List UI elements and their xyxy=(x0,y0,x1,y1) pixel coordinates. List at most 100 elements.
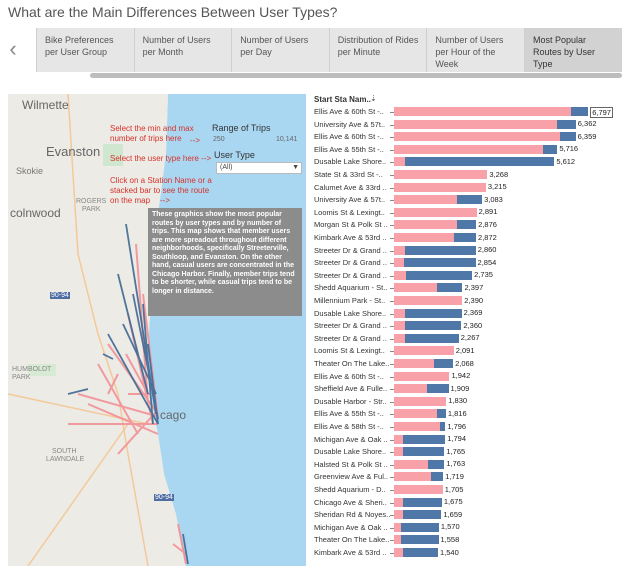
station-label[interactable]: Streeter Dr & Grand .. xyxy=(314,334,390,344)
bar-casual[interactable] xyxy=(394,107,572,116)
station-label[interactable]: Ellis Ave & 55th St -.. xyxy=(314,409,390,419)
column-header[interactable]: Start Sta Nam.. xyxy=(314,95,371,104)
bar-casual[interactable] xyxy=(394,144,543,154)
tab-users-per-day[interactable]: Number of Users per Day xyxy=(231,28,329,72)
station-label[interactable]: Streeter Dr & Grand .. xyxy=(314,246,390,256)
station-label[interactable]: Michigan Ave & Oak .. xyxy=(314,523,390,533)
bar-casual[interactable] xyxy=(394,409,437,419)
station-label[interactable]: Shedd Aquarium - D.. xyxy=(314,485,390,495)
bar-casual[interactable] xyxy=(394,422,440,431)
bar-casual[interactable] xyxy=(394,510,403,520)
bar-member[interactable] xyxy=(402,434,446,444)
bar-casual[interactable] xyxy=(394,119,557,129)
bar-member[interactable] xyxy=(454,233,477,242)
station-label[interactable]: Greenview Ave & Ful.. xyxy=(314,472,390,482)
bar-casual[interactable] xyxy=(394,485,443,494)
bar-casual[interactable] xyxy=(394,396,447,406)
bar-casual[interactable] xyxy=(394,384,427,394)
chevron-left-icon[interactable]: ‹ xyxy=(4,38,22,62)
bar-member[interactable] xyxy=(559,132,576,142)
station-label[interactable]: University Ave & 57t.. xyxy=(314,120,390,130)
bar-member[interactable] xyxy=(426,384,449,394)
station-label[interactable]: Sheffield Ave & Fulle.. xyxy=(314,384,390,394)
bar-member[interactable] xyxy=(456,195,483,205)
bar-casual[interactable] xyxy=(394,459,429,469)
bar-casual[interactable] xyxy=(394,535,402,545)
station-label[interactable]: Streeter Dr & Grand .. xyxy=(314,271,390,281)
station-label[interactable]: Loomis St & Lexingt.. xyxy=(314,346,390,356)
bar-member[interactable] xyxy=(402,548,438,557)
range-filter-min[interactable]: 250 xyxy=(213,136,225,143)
bar-member[interactable] xyxy=(405,245,476,255)
bar-casual[interactable] xyxy=(394,270,406,280)
tab-users-per-month[interactable]: Number of Users per Month xyxy=(133,28,232,72)
user-type-dropdown[interactable]: (All) ▼ xyxy=(216,162,302,174)
station-label[interactable]: Shedd Aquarium - St.. xyxy=(314,283,390,293)
bar-casual[interactable] xyxy=(394,548,403,557)
station-label[interactable]: Ellis Ave & 60th St -.. xyxy=(314,372,390,382)
bar-casual[interactable] xyxy=(394,233,454,242)
bar-member[interactable] xyxy=(405,308,462,318)
station-label[interactable]: Sheridan Rd & Noyes.. xyxy=(314,510,390,520)
station-label[interactable]: Morgan St & Polk St .. xyxy=(314,220,390,230)
station-label[interactable]: Michigan Ave & Oak .. xyxy=(314,435,390,445)
bar-member[interactable] xyxy=(401,522,439,532)
bar-casual[interactable] xyxy=(394,182,486,192)
bar-casual[interactable] xyxy=(394,522,402,532)
station-label[interactable]: Calumet Ave & 33rd .. xyxy=(314,183,390,193)
tab-popular-routes[interactable]: Most Popular Routes by User Type xyxy=(523,28,622,72)
bar-member[interactable] xyxy=(402,447,445,457)
bar-member[interactable] xyxy=(405,333,459,343)
bar-casual[interactable] xyxy=(394,258,404,268)
bar-member[interactable] xyxy=(402,497,442,507)
station-label[interactable]: Kimbark Ave & 53rd .. xyxy=(314,548,390,558)
tab-bike-preferences[interactable]: Bike Preferences per User Group xyxy=(36,28,134,72)
bar-member[interactable] xyxy=(401,535,439,545)
bar-member[interactable] xyxy=(428,459,445,469)
station-label[interactable]: Dusable Lake Shore.. xyxy=(314,447,390,457)
bar-member[interactable] xyxy=(436,283,463,293)
station-label[interactable]: Theater On The Lake.. xyxy=(314,535,390,545)
bar-member[interactable] xyxy=(405,157,555,167)
bar-casual[interactable] xyxy=(394,447,403,457)
bar-member[interactable] xyxy=(402,510,442,520)
bar-member[interactable] xyxy=(431,472,444,482)
tab-users-per-hour[interactable]: Number of Users per Hour of the Week xyxy=(426,28,524,72)
bar-member[interactable] xyxy=(439,422,446,431)
bar-casual[interactable] xyxy=(394,245,406,255)
bar-member[interactable] xyxy=(436,409,446,419)
station-label[interactable]: Ellis Ave & 55th St -.. xyxy=(314,145,390,155)
bar-casual[interactable] xyxy=(394,157,406,167)
station-label[interactable]: Loomis St & Lexingt.. xyxy=(314,208,390,218)
tab-scrollbar[interactable] xyxy=(90,73,622,78)
station-label[interactable]: State St & 33rd St -.. xyxy=(314,170,390,180)
range-filter-max[interactable]: 10,141 xyxy=(276,136,297,143)
popular-routes-chart[interactable]: Start Sta Nam.. ⇣ Ellis Ave & 60th St -.… xyxy=(310,94,624,566)
station-label[interactable]: Kimbark Ave & 53rd .. xyxy=(314,233,390,243)
bar-casual[interactable] xyxy=(394,472,432,482)
station-label[interactable]: Theater On The Lake.. xyxy=(314,359,390,369)
bar-member[interactable] xyxy=(434,359,454,368)
bar-member[interactable] xyxy=(404,258,476,268)
bar-casual[interactable] xyxy=(394,333,406,343)
station-label[interactable]: Millennium Park - St.. xyxy=(314,296,390,306)
bar-member[interactable] xyxy=(405,321,462,331)
station-label[interactable]: Chicago Ave & Sheri.. xyxy=(314,498,390,508)
station-label[interactable]: Streeter Dr & Grand .. xyxy=(314,258,390,268)
bar-member[interactable] xyxy=(456,220,477,230)
bar-casual[interactable] xyxy=(394,497,403,507)
bar-casual[interactable] xyxy=(394,346,454,356)
bar-casual[interactable] xyxy=(394,434,403,444)
bar-member[interactable] xyxy=(406,270,473,280)
bar-casual[interactable] xyxy=(394,132,560,142)
bar-casual[interactable] xyxy=(394,308,406,318)
bar-casual[interactable] xyxy=(394,207,477,217)
bar-casual[interactable] xyxy=(394,321,406,331)
bar-casual[interactable] xyxy=(394,283,437,293)
bar-casual[interactable] xyxy=(394,296,463,305)
sort-icon[interactable]: ⇣ xyxy=(370,94,377,103)
station-label[interactable]: Dusable Harbor - Str.. xyxy=(314,397,390,407)
bar-casual[interactable] xyxy=(394,170,488,179)
bar-member[interactable] xyxy=(542,144,558,154)
station-label[interactable]: University Ave & 57t.. xyxy=(314,195,390,205)
